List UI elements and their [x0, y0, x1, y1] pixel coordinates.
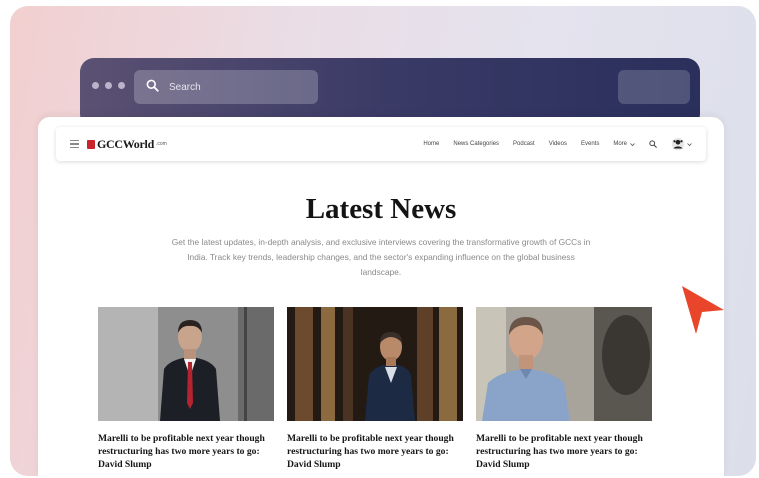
- logo-text: GCCWorld: [97, 137, 154, 151]
- nav-more-label: More: [613, 141, 627, 147]
- pointer-arrow-icon: [682, 286, 724, 334]
- article-title[interactable]: Marelli to be profitable next year thoug…: [98, 432, 274, 471]
- article-title[interactable]: Marelli to be profitable next year thoug…: [476, 432, 652, 471]
- article-title[interactable]: Marelli to be profitable next year thoug…: [287, 432, 463, 471]
- nav-item-more[interactable]: More: [613, 141, 635, 147]
- site-logo[interactable]: GCCWorld .com: [87, 138, 167, 150]
- article-card[interactable]: Marelli to be profitable next year thoug…: [476, 307, 652, 471]
- window-dot: [118, 82, 125, 89]
- hamburger-menu-icon[interactable]: [70, 139, 79, 149]
- window-dot: [92, 82, 99, 89]
- nav-item-events[interactable]: Events: [581, 141, 599, 147]
- article-image[interactable]: [287, 307, 463, 421]
- chrome-action-button[interactable]: [618, 70, 690, 104]
- chrome-search-field[interactable]: Search: [134, 70, 318, 104]
- article-card[interactable]: Marelli to be profitable next year thoug…: [98, 307, 274, 471]
- article-image[interactable]: [476, 307, 652, 421]
- page-title: Latest News: [305, 193, 457, 225]
- article-image[interactable]: [98, 307, 274, 421]
- nav-item-news-categories[interactable]: News Categories: [453, 141, 499, 147]
- chevron-down-icon: [687, 142, 692, 146]
- site-navbar: GCCWorld .com Home News Categories Podca…: [56, 127, 706, 161]
- nav-item-podcast[interactable]: Podcast: [513, 141, 535, 147]
- logo-suffix: .com: [155, 141, 167, 147]
- page-description: Get the latest updates, in-depth analysi…: [171, 237, 591, 277]
- window-controls: [92, 82, 125, 89]
- nav-item-home[interactable]: Home: [423, 141, 439, 147]
- chevron-down-icon: [630, 142, 635, 147]
- nav-links: Home News Categories Podcast Videos Even…: [423, 137, 692, 151]
- nav-item-videos[interactable]: Videos: [549, 141, 567, 147]
- chrome-search-placeholder: Search: [169, 81, 201, 93]
- article-card[interactable]: Marelli to be profitable next year thoug…: [287, 307, 463, 471]
- window-dot: [105, 82, 112, 89]
- search-icon: [146, 79, 159, 95]
- logo-mark-icon: [87, 139, 95, 149]
- user-avatar-icon[interactable]: [671, 137, 692, 151]
- search-icon[interactable]: [649, 140, 657, 148]
- website-page: GCCWorld .com Home News Categories Podca…: [38, 117, 724, 478]
